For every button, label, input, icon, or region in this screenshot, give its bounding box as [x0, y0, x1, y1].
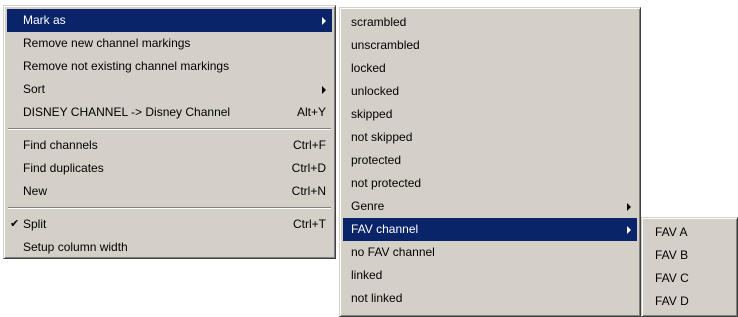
menu-item-skipped[interactable]: skipped: [343, 103, 637, 126]
menu-item-not-skipped[interactable]: not skipped: [343, 126, 637, 149]
menu-item-label: Remove new channel markings: [23, 36, 191, 50]
menu-item-locked[interactable]: locked: [343, 57, 637, 80]
menu-item-split[interactable]: ✔ Split Ctrl+T: [7, 213, 332, 236]
menu-item-label: Mark as: [23, 13, 66, 27]
menu-item-genre[interactable]: Genre: [343, 195, 637, 218]
menu-item-label: locked: [351, 61, 386, 75]
menu-item-label: not protected: [351, 176, 422, 190]
menu-item-fav-d[interactable]: FAV D: [645, 290, 734, 313]
menu-item-label: Find duplicates: [23, 161, 104, 175]
menu-item-find-duplicates[interactable]: Find duplicates Ctrl+D: [7, 157, 332, 180]
menu-item-rename-disney-channel[interactable]: DISNEY CHANNEL -> Disney Channel Alt+Y: [7, 101, 332, 124]
menu-item-no-fav-channel[interactable]: no FAV channel: [343, 241, 637, 264]
menu-item-shortcut: Alt+Y: [296, 105, 326, 119]
submenu-arrow-icon: [627, 226, 631, 234]
menu-item-label: not linked: [351, 291, 403, 305]
menu-item-remove-not-existing-channel-markings[interactable]: Remove not existing channel markings: [7, 55, 332, 78]
menu-item-linked[interactable]: linked: [343, 264, 637, 287]
menu-item-scrambled[interactable]: scrambled: [343, 11, 637, 34]
submenu-arrow-icon: [322, 17, 326, 25]
menu-item-label: Split: [23, 217, 47, 231]
menu-item-unlocked[interactable]: unlocked: [343, 80, 637, 103]
menu-item-label: Sort: [23, 82, 46, 96]
menu-item-label: FAV D: [655, 294, 689, 308]
menu-item-label: New: [23, 184, 48, 198]
menu-item-shortcut: Ctrl+T: [293, 217, 326, 231]
menu-item-unscrambled[interactable]: unscrambled: [343, 34, 637, 57]
menu-item-label: FAV C: [655, 271, 689, 285]
menu-item-label: Find channels: [23, 138, 98, 152]
menu-item-label: linked: [351, 268, 383, 282]
submenu-arrow-icon: [627, 203, 631, 211]
menu-item-sort[interactable]: Sort: [7, 78, 332, 101]
menu-item-label: Remove not existing channel markings: [23, 59, 230, 73]
menu-separator: [8, 128, 331, 130]
mark-as-submenu: scrambled unscrambled locked unlocked sk…: [339, 7, 641, 317]
menu-item-shortcut: Ctrl+N: [291, 184, 326, 198]
menu-item-shortcut: Ctrl+D: [291, 161, 326, 175]
menu-item-label: scrambled: [351, 15, 407, 29]
menu-item-label: Genre: [351, 199, 385, 213]
context-menu: Mark as Remove new channel markings Remo…: [3, 5, 336, 259]
menu-item-fav-a[interactable]: FAV A: [645, 221, 734, 244]
check-icon: ✔: [10, 218, 20, 230]
menu-item-label: FAV B: [655, 248, 689, 262]
menu-item-label: DISNEY CHANNEL -> Disney Channel: [23, 105, 231, 119]
menu-item-label: no FAV channel: [351, 245, 435, 259]
menu-item-label: unscrambled: [351, 38, 420, 52]
menu-item-not-protected[interactable]: not protected: [343, 172, 637, 195]
menu-item-label: skipped: [351, 107, 393, 121]
menu-item-label: FAV channel: [351, 222, 419, 236]
submenu-arrow-icon: [322, 86, 326, 94]
menu-item-fav-c[interactable]: FAV C: [645, 267, 734, 290]
menu-item-fav-b[interactable]: FAV B: [645, 244, 734, 267]
menu-item-new[interactable]: New Ctrl+N: [7, 180, 332, 203]
menu-item-not-linked[interactable]: not linked: [343, 287, 637, 310]
menu-item-mark-as[interactable]: Mark as: [7, 9, 332, 32]
fav-channel-submenu: FAV A FAV B FAV C FAV D: [641, 217, 738, 317]
menu-item-setup-column-width[interactable]: Setup column width: [7, 236, 332, 259]
menu-item-label: protected: [351, 153, 402, 167]
menu-separator: [8, 207, 331, 209]
menu-item-label: FAV A: [655, 225, 688, 239]
menu-item-fav-channel[interactable]: FAV channel: [343, 218, 637, 241]
menu-item-label: unlocked: [351, 84, 400, 98]
menu-item-protected[interactable]: protected: [343, 149, 637, 172]
menu-item-find-channels[interactable]: Find channels Ctrl+F: [7, 134, 332, 157]
menu-item-label: not skipped: [351, 130, 413, 144]
menu-item-label: Setup column width: [23, 240, 128, 254]
menu-item-remove-new-channel-markings[interactable]: Remove new channel markings: [7, 32, 332, 55]
menu-item-shortcut: Ctrl+F: [293, 138, 326, 152]
